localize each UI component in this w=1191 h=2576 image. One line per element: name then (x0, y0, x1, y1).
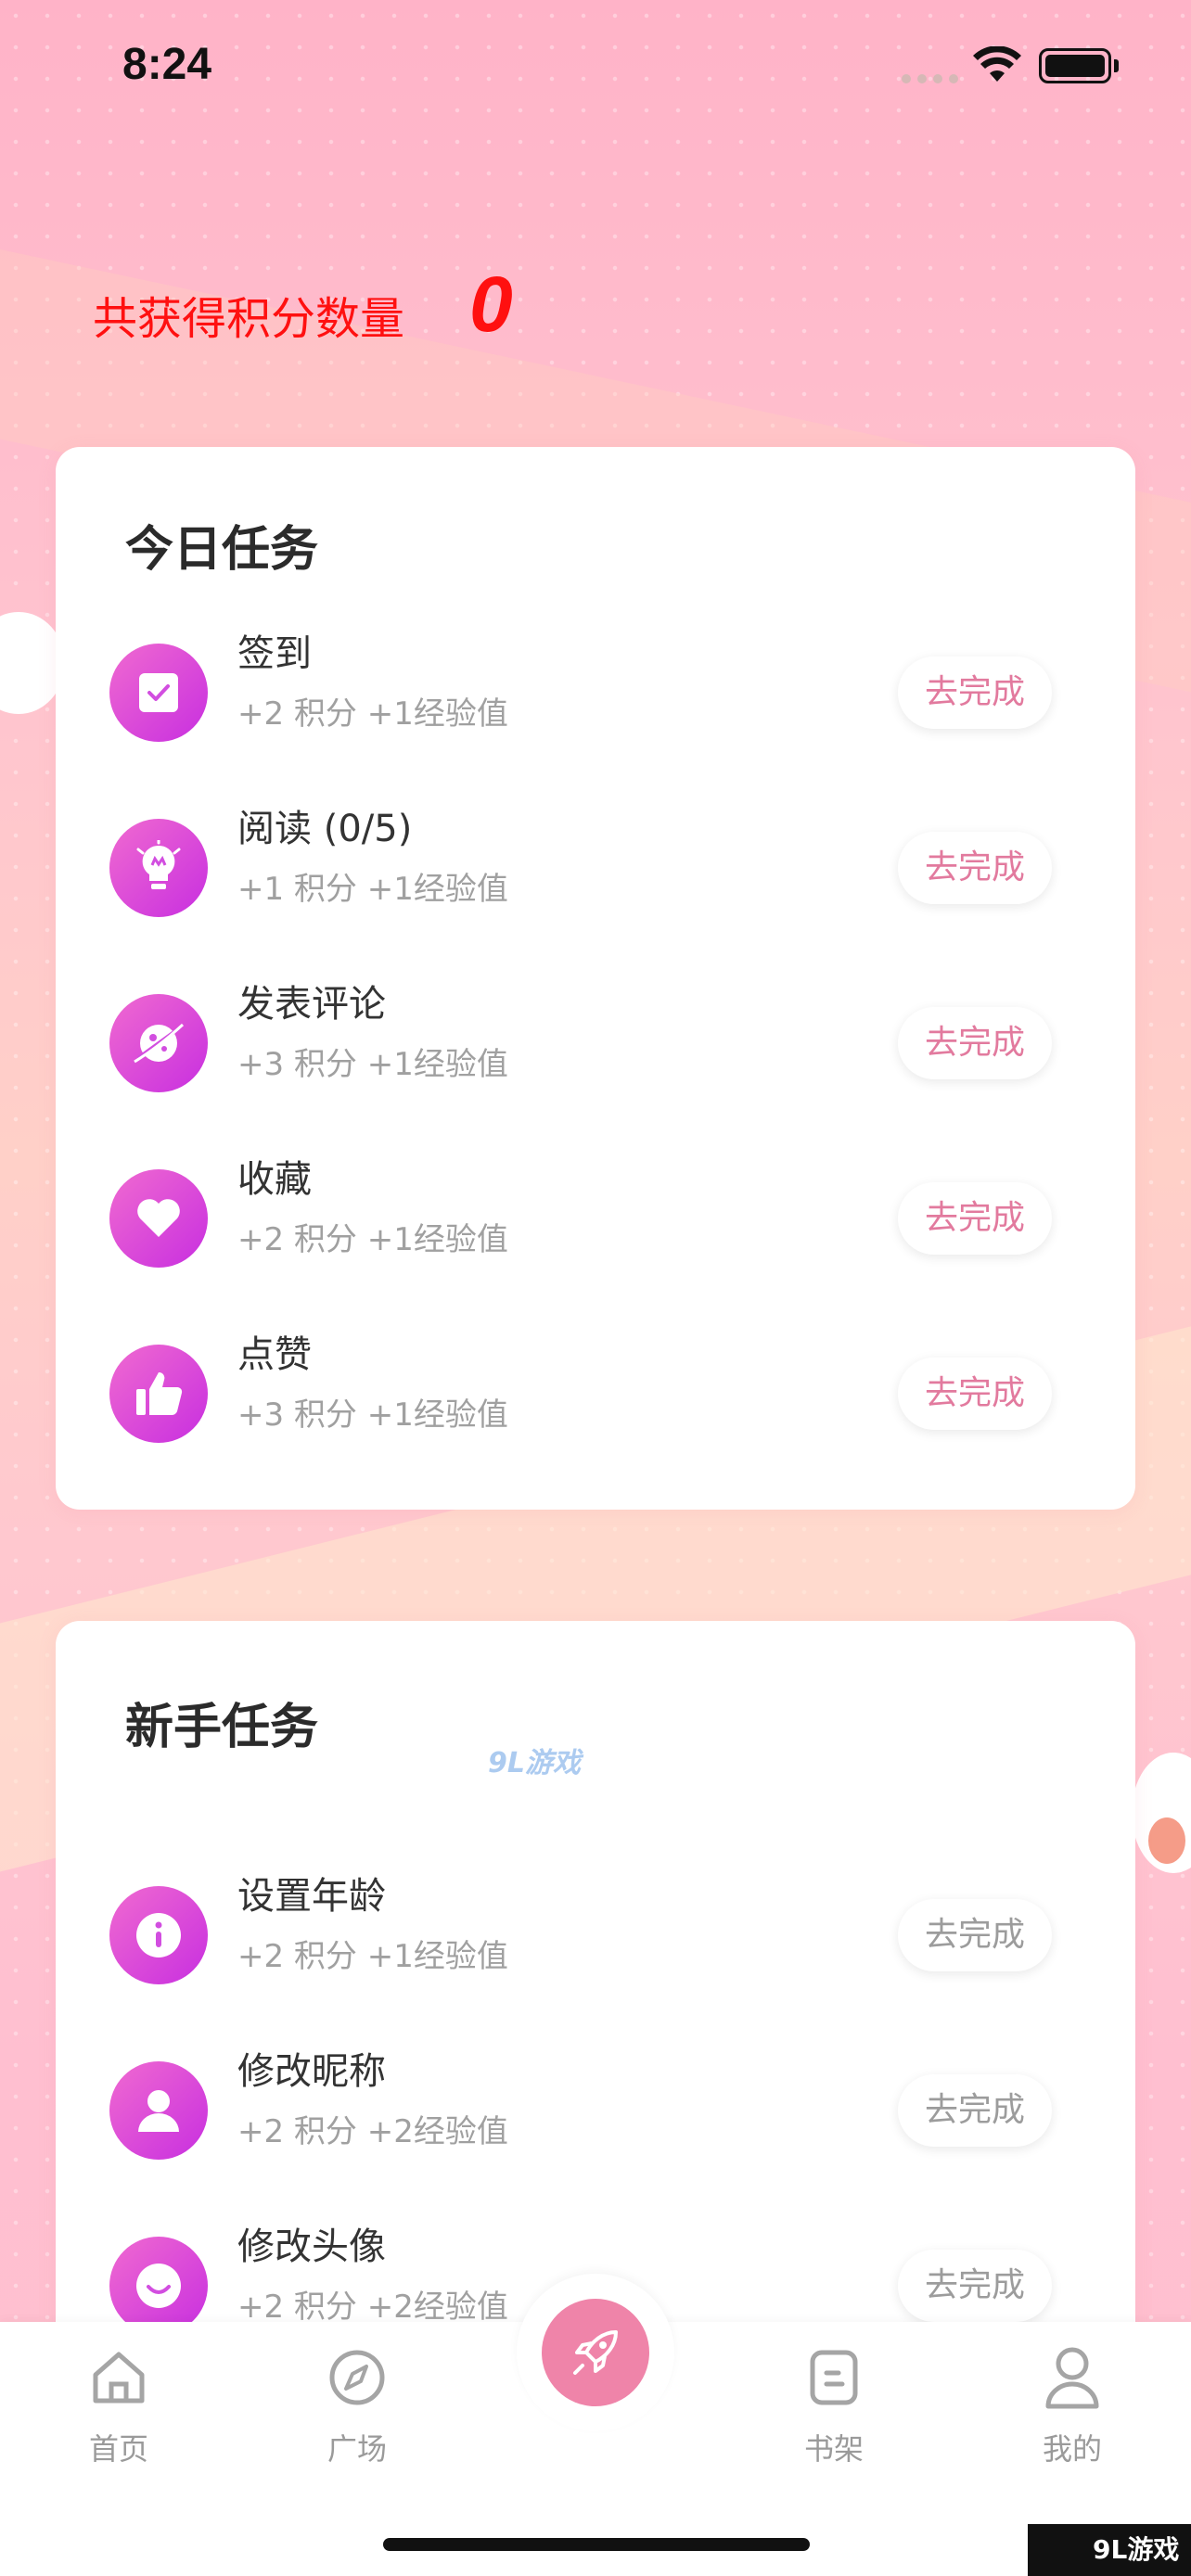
tab-home[interactable]: 首页 (54, 2340, 184, 2468)
cellular-signal-icon (902, 74, 958, 83)
battery-tip (1114, 59, 1119, 72)
go-complete-button[interactable]: 去完成 (898, 1007, 1052, 1079)
center-action-button[interactable] (517, 2274, 674, 2431)
newbie-tasks-title: 新手任务 (125, 1700, 319, 1755)
task-name: 修改头像 (237, 2225, 386, 2268)
status-bar: 8:24 (0, 0, 1191, 130)
thumbs-up-icon (109, 1345, 208, 1443)
task-reward: +2 积分 +2经验值 (237, 2289, 508, 2326)
task-reward: +3 积分 +1经验值 (237, 1046, 508, 1083)
bookshelf-icon (769, 2340, 899, 2415)
tab-mine[interactable]: 我的 (1007, 2340, 1137, 2468)
task-reward: +2 积分 +1经验值 (237, 695, 508, 733)
watermark-logo: 9L游戏 (488, 1747, 581, 1779)
user-icon (109, 2061, 208, 2160)
tab-label: 首页 (88, 2431, 148, 2467)
task-row-checkin: 签到 +2 积分 +1经验值 去完成 (56, 623, 1135, 762)
go-complete-button[interactable]: 去完成 (898, 1899, 1052, 1971)
task-reward: +2 积分 +1经验值 (237, 1938, 508, 1975)
home-indicator (383, 2538, 810, 2551)
tab-label: 书架 (803, 2431, 864, 2467)
task-name: 签到 (237, 632, 312, 675)
tab-square[interactable]: 广场 (292, 2340, 422, 2468)
task-name: 修改昵称 (237, 2050, 386, 2093)
go-complete-button[interactable]: 去完成 (898, 1358, 1052, 1430)
task-name: 发表评论 (237, 983, 386, 1026)
tab-label: 广场 (327, 2431, 387, 2467)
go-complete-button[interactable]: 去完成 (898, 2250, 1052, 2322)
cat-paw-decoration (1148, 1817, 1185, 1864)
task-row-nickname: 修改昵称 +2 积分 +2经验值 去完成 (56, 2041, 1135, 2180)
go-complete-button[interactable]: 去完成 (898, 2074, 1052, 2147)
go-complete-button[interactable]: 去完成 (898, 832, 1052, 904)
task-row-reading: 阅读 (0/5) +1 积分 +1经验值 去完成 (56, 798, 1135, 937)
task-row-comment: 发表评论 +3 积分 +1经验值 去完成 (56, 974, 1135, 1113)
lightbulb-icon (109, 819, 208, 917)
go-complete-button[interactable]: 去完成 (898, 1182, 1052, 1255)
daily-tasks-title: 今日任务 (125, 522, 319, 578)
planet-icon (109, 994, 208, 1092)
task-name: 点赞 (237, 1333, 312, 1376)
compass-icon (292, 2340, 422, 2415)
task-reward: +2 积分 +1经验值 (237, 1221, 508, 1258)
task-row-favorite: 收藏 +2 积分 +1经验值 去完成 (56, 1149, 1135, 1288)
task-reward: +1 积分 +1经验值 (237, 871, 508, 908)
task-reward: +3 积分 +1经验值 (237, 1396, 508, 1434)
checkbox-icon (109, 644, 208, 742)
go-complete-button[interactable]: 去完成 (898, 657, 1052, 729)
smile-icon (109, 2237, 208, 2335)
task-reward: +2 积分 +2经验值 (237, 2113, 508, 2150)
tab-label: 我的 (1042, 2431, 1102, 2467)
heart-icon (109, 1169, 208, 1268)
home-icon (54, 2340, 184, 2415)
task-name: 阅读 (0/5) (237, 808, 413, 850)
task-name: 收藏 (237, 1158, 312, 1201)
rocket-icon (542, 2299, 649, 2406)
battery-icon (1039, 48, 1111, 83)
tab-bookshelf[interactable]: 书架 (769, 2340, 899, 2468)
daily-tasks-card: 今日任务 签到 +2 积分 +1经验值 去完成 阅读 (0/5) +1 积分 +… (56, 447, 1135, 1510)
task-name: 设置年龄 (237, 1875, 386, 1918)
points-value: 0 (469, 261, 513, 348)
task-row-set-age: 设置年龄 +2 积分 +1经验值 去完成 (56, 1866, 1135, 2005)
wifi-icon (973, 46, 1021, 82)
task-row-like: 点赞 +3 积分 +1经验值 去完成 (56, 1324, 1135, 1463)
points-label: 共获得积分数量 (93, 292, 405, 345)
corner-watermark-logo: 9L游戏 (1028, 2524, 1191, 2576)
status-time: 8:24 (122, 40, 212, 89)
points-summary: 共获得积分数量 0 (93, 261, 513, 350)
profile-icon (1007, 2340, 1137, 2415)
info-icon (109, 1886, 208, 1984)
